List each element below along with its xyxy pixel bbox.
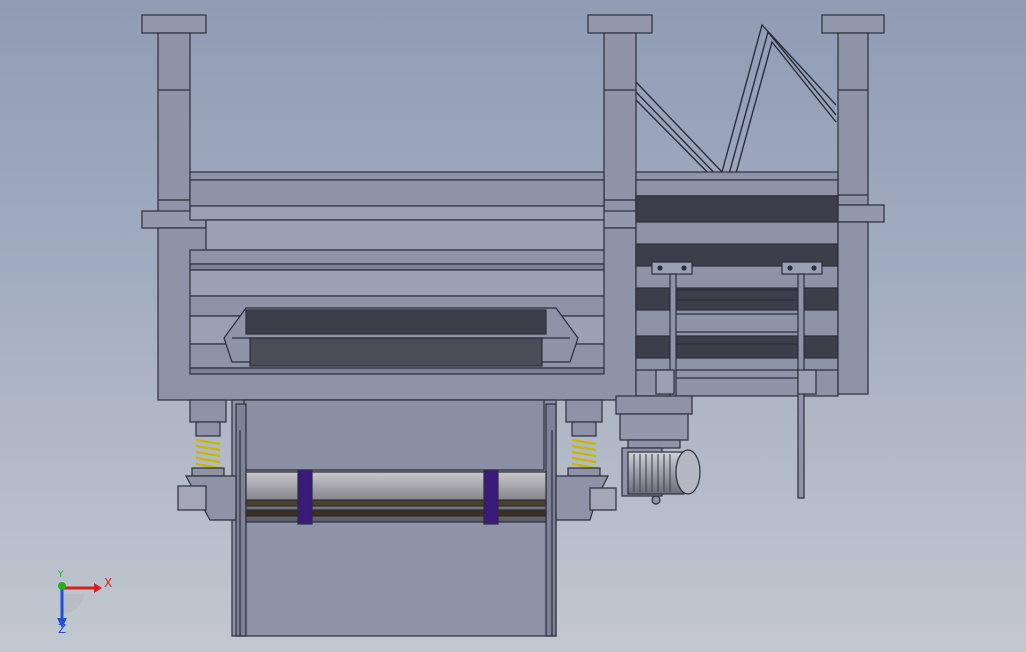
assembly-drawing[interactable] bbox=[0, 0, 1026, 652]
shaft-right bbox=[555, 475, 617, 521]
motor-mount bbox=[615, 395, 693, 449]
spring-mount-left bbox=[189, 399, 227, 477]
roller-drum bbox=[245, 469, 547, 525]
spring-mount-right bbox=[565, 399, 603, 477]
zigzag-chute bbox=[635, 23, 837, 197]
drive-motor bbox=[621, 447, 701, 505]
cad-viewport[interactable]: X Y Z bbox=[0, 0, 1026, 652]
hopper bbox=[223, 307, 579, 367]
z-axis-label: Z bbox=[58, 622, 67, 636]
main-frame bbox=[157, 205, 637, 401]
x-axis-label: X bbox=[104, 576, 113, 590]
y-axis-label: Y bbox=[58, 570, 64, 580]
shaft-left bbox=[177, 475, 237, 521]
